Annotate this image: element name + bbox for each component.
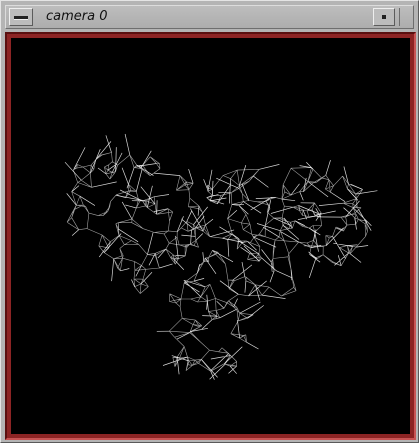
minimize-icon (382, 15, 386, 19)
camera-window: camera 0 (0, 0, 419, 443)
wireframe-mesh (64, 133, 378, 380)
window-menu-icon (14, 16, 28, 19)
minimize-button[interactable] (373, 8, 395, 26)
render-viewport[interactable] (11, 38, 410, 434)
window-title: camera 0 (46, 9, 108, 24)
resize-handle[interactable] (399, 8, 411, 26)
window-menu-button[interactable] (9, 8, 33, 26)
viewport-frame (5, 32, 416, 440)
mesh-edges (64, 133, 378, 380)
title-bar[interactable]: camera 0 (5, 5, 414, 29)
